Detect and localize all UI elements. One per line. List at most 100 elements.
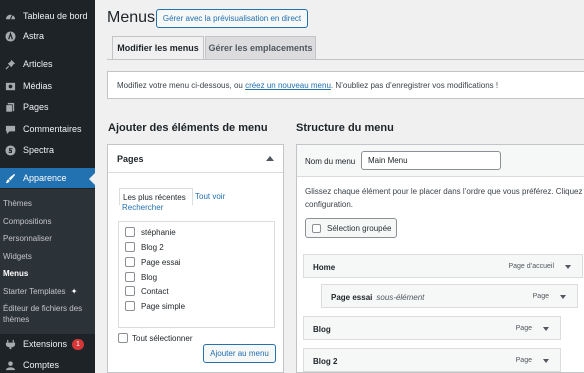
dashboard-icon <box>3 9 17 23</box>
page-title: Menus <box>107 9 156 26</box>
page-checkbox[interactable] <box>125 286 135 296</box>
menu-name-bar: Nom du menu Main Menu <box>297 145 584 177</box>
sidebar-item-label: Pages <box>23 102 49 112</box>
sidebar-item-dashboard[interactable]: Tableau de bord <box>0 6 95 26</box>
sidebar-item-label: Astra <box>23 31 45 41</box>
expand-arrow-icon[interactable] <box>560 295 566 299</box>
tab-divider <box>107 59 584 60</box>
active-indicator <box>89 173 95 185</box>
astra-icon <box>3 29 17 43</box>
submenu-item-menus[interactable]: Menus <box>3 268 91 279</box>
select-all-checkbox[interactable] <box>118 333 128 343</box>
pages-checklist: stéphanie Blog 2 Page essai Blog Contact… <box>118 221 275 328</box>
sidebar-item-label: Spectra <box>23 145 55 155</box>
menu-structure-heading: Structure du menu <box>296 122 394 134</box>
sidebar-item-label: Commentaires <box>23 124 82 134</box>
pin-icon <box>3 57 17 71</box>
tab-view-all[interactable]: Tout voir <box>195 192 225 201</box>
page-label: Blog 2 <box>141 243 164 252</box>
sidebar-item-label: Tableau de bord <box>23 11 88 21</box>
menu-item-type: Page <box>515 325 532 332</box>
pages-panel: Pages Les plus récentes Tout voir Recher… <box>107 144 284 373</box>
submenu-item-starter-templates[interactable]: Starter Templates ✦ <box>3 286 91 297</box>
tab-search[interactable]: Rechercher <box>122 203 163 212</box>
live-preview-button[interactable]: Gérer avec la prévisualisation en direct <box>156 9 308 28</box>
sub-item-label: sous-élément <box>376 293 425 302</box>
sidebar-item-astra[interactable]: Astra <box>0 26 95 46</box>
sidebar-item-label: Apparence <box>23 173 67 183</box>
notice-text-end: . N’oubliez pas d’enregistrer vos modifi… <box>330 81 499 90</box>
sidebar-item-medias[interactable]: Médias <box>0 76 95 96</box>
media-icon <box>3 79 17 93</box>
menu-structure-panel: Nom du menu Main Menu Glissez chaque élé… <box>296 144 584 373</box>
menu-item-child[interactable]: Page essai sous-élément Page <box>321 284 578 308</box>
add-to-menu-button[interactable]: Ajouter au menu <box>203 344 276 363</box>
page-label: Contact <box>141 287 169 296</box>
expand-arrow-icon[interactable] <box>543 359 549 363</box>
sidebar-item-spectra[interactable]: Spectra <box>0 140 95 160</box>
create-new-menu-link[interactable]: créez un nouveau menu <box>245 81 331 90</box>
menu-name-input[interactable]: Main Menu <box>361 151 501 170</box>
plugins-icon <box>3 337 17 351</box>
submenu-item-themes[interactable]: Thèmes <box>3 198 91 209</box>
page-checkbox[interactable] <box>125 301 135 311</box>
users-icon <box>3 358 17 372</box>
sidebar-item-apparence[interactable]: Apparence <box>0 168 95 188</box>
menu-item-title: Blog <box>313 325 331 334</box>
sparkle-icon: ✦ <box>70 287 78 296</box>
sidebar-item-comptes[interactable]: Comptes <box>0 355 95 373</box>
bulk-select-label: Sélection groupée <box>327 223 392 233</box>
collapse-arrow-icon[interactable] <box>266 156 274 161</box>
sidebar-item-comments[interactable]: Commentaires <box>0 119 95 139</box>
pages-panel-header[interactable]: Pages <box>108 145 283 173</box>
menu-item[interactable]: Blog Page <box>303 316 561 340</box>
menu-item[interactable]: Home Page d’accueil <box>303 254 583 278</box>
page-checkbox[interactable] <box>125 227 135 237</box>
menu-item-title: Blog 2 <box>313 357 338 366</box>
sidebar-item-extensions[interactable]: Extensions 1 <box>0 334 95 354</box>
brush-icon <box>3 171 17 185</box>
menu-item-title: Page essai <box>331 293 373 302</box>
menu-item-type: Page <box>532 293 549 300</box>
pages-icon <box>3 100 17 114</box>
menu-structure-description: Glissez chaque élément pour le placer da… <box>305 187 583 209</box>
menu-item-type: Page <box>515 357 532 364</box>
page-label: stéphanie <box>141 228 176 237</box>
sidebar-item-label: Extensions <box>23 339 68 349</box>
pages-panel-title: Pages <box>117 154 144 164</box>
page-label: Page simple <box>141 302 186 311</box>
page-checkbox[interactable] <box>125 257 135 267</box>
submenu-item-compositions[interactable]: Compositions <box>3 216 91 227</box>
bulk-select-button[interactable]: Sélection groupée <box>305 218 397 238</box>
spectra-icon <box>3 143 17 157</box>
add-items-heading: Ajouter des éléments de menu <box>108 122 268 134</box>
page-label: Page essai <box>141 258 181 267</box>
sidebar-item-label: Comptes <box>23 360 60 370</box>
menu-item-type: Page d’accueil <box>508 263 554 270</box>
menu-name-label: Nom du menu <box>305 157 356 166</box>
sidebar-item-articles[interactable]: Articles <box>0 54 95 74</box>
menu-item-title-wrap: Page essai sous-élément <box>331 293 424 302</box>
page-label: Blog <box>141 273 158 282</box>
update-count-badge: 1 <box>72 338 84 350</box>
admin-sidebar: Tableau de bord Astra Articles Médias Pa… <box>0 0 95 373</box>
menu-notice: Modifiez votre menu ci-dessous, ou créez… <box>107 71 584 99</box>
submenu-item-customize[interactable]: Personnaliser <box>3 233 91 244</box>
tab-manage-locations[interactable]: Gérer les emplacements <box>205 36 316 59</box>
menu-item-title: Home <box>313 263 336 272</box>
submenu-item-label: Starter Templates <box>3 287 66 296</box>
expand-arrow-icon[interactable] <box>543 327 549 331</box>
bulk-select-checkbox <box>312 223 321 233</box>
notice-text: Modifiez votre menu ci-dessous, ou <box>117 81 246 90</box>
page-checkbox[interactable] <box>125 242 135 252</box>
comments-icon <box>3 122 17 136</box>
expand-arrow-icon[interactable] <box>565 265 571 269</box>
sidebar-item-pages[interactable]: Pages <box>0 97 95 117</box>
tab-edit-menus[interactable]: Modifier les menus <box>112 36 204 59</box>
page-checkbox[interactable] <box>125 272 135 282</box>
submenu-item-widgets[interactable]: Widgets <box>3 251 91 262</box>
menu-item[interactable]: Blog 2 Page <box>303 348 561 372</box>
submenu-item-theme-editor[interactable]: Éditeur de fichiers des thèmes <box>3 303 91 325</box>
sidebar-item-label: Médias <box>23 81 53 91</box>
sidebar-item-label: Articles <box>23 59 53 69</box>
